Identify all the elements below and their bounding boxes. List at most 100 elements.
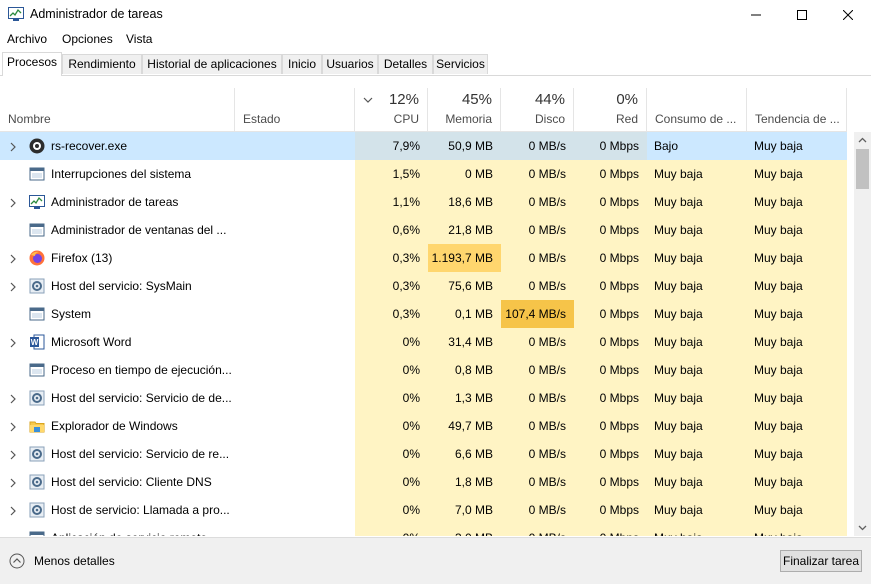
cell-mem: 18,6 MB [428,188,501,216]
table-row[interactable]: Interrupciones del sistema 1,5% 0 MB 0 MB/s… [0,160,847,188]
process-name: Firefox (13) [51,251,113,265]
header-disk[interactable]: 44% Disco [501,88,574,131]
end-task-button[interactable]: Finalizar tarea [780,550,862,572]
expand-chevron-icon[interactable] [8,393,18,404]
cell-power: Muy baja [647,244,747,272]
table-row[interactable]: Host del servicio: Cliente DNS 0% 1,8 MB 0 … [0,468,847,496]
cell-trend: Muy baja [754,139,803,153]
table-row[interactable]: System 0,3% 0,1 MB 107,4 MB/s 0 Mbps Muy baja… [0,300,847,328]
cell-net: 0 Mbps [574,468,647,496]
menu-archivo[interactable]: Archivo [7,32,47,46]
header-disk-pct: 44% [534,91,565,108]
cell-trend: Muy baja [747,356,847,384]
vertical-scrollbar[interactable] [854,132,871,536]
cell-disk: 0 MB/s [501,132,574,160]
scroll-thumb[interactable] [856,149,869,189]
scroll-down-arrow-icon[interactable] [854,519,871,536]
tab-rendimiento[interactable]: Rendimiento [62,54,142,74]
cell-mem: 1,3 MB [428,384,501,412]
header-power[interactable]: Consumo de ... [647,88,747,131]
process-name: Microsoft Word [51,335,132,349]
cell-power: Muy baja [647,160,747,188]
table-row[interactable]: Explorador de Windows 0% 49,7 MB 0 MB/s 0 Mb… [0,412,847,440]
window-title: Administrador de tareas [30,7,163,21]
table-row[interactable]: W Microsoft Word 0% 31,4 MB 0 MB/s 0 Mbps Muy … [0,328,847,356]
maximize-button[interactable] [779,0,825,30]
expand-chevron-icon[interactable] [8,337,18,348]
cell-net: 0 Mbps [574,300,647,328]
header-name[interactable]: Nombre [0,88,235,131]
table-row[interactable]: Proceso en tiempo de ejecución... 0% 0,8 M… [0,356,847,384]
cell-net: 0 Mbps [574,132,647,160]
menu-opciones[interactable]: Opciones [62,32,113,46]
cell-mem: 3,0 MB [428,524,501,536]
expand-chevron-icon[interactable] [8,141,18,152]
tab-usuarios[interactable]: Usuarios [322,54,378,74]
header-trend-label: Tendencia de ... [755,112,840,126]
menu-vista[interactable]: Vista [126,32,152,46]
cell-power: Muy baja [647,440,747,468]
cell-trend: Muy baja [747,244,847,272]
system-window-icon [29,530,45,536]
cell-mem: 1,8 MB [428,468,501,496]
expand-chevron-icon[interactable] [8,477,18,488]
system-window-icon [29,166,45,182]
expand-chevron-icon[interactable] [8,449,18,460]
header-net-pct: 0% [616,91,638,108]
tab-servicios[interactable]: Servicios [433,54,488,74]
process-name: System [51,307,92,321]
cell-disk: 0 MB/s [501,468,574,496]
gear-icon [29,446,45,462]
process-name: Administrador de ventanas del ... [51,223,227,237]
process-name: Explorador de Windows [51,419,178,433]
cell-trend: Muy baja [747,328,847,356]
minimize-button[interactable] [733,0,779,30]
header-status[interactable]: Estado [235,88,355,131]
table-row[interactable]: rs-recover.exe 7,9% 50,9 MB 0 MB/s 0 Mbps Baj… [0,132,847,160]
cell-disk: 0 MB/s [501,328,574,356]
expand-chevron-icon[interactable] [8,197,18,208]
collapse-chevron-icon[interactable] [9,553,25,569]
table-row[interactable]: Host del servicio: Servicio de re... 0% 6,… [0,440,847,468]
cell-disk: 107,4 MB/s [501,300,574,328]
cell-mem: 49,7 MB [428,412,501,440]
expand-chevron-icon[interactable] [8,281,18,292]
tab-procesos[interactable]: Procesos [2,52,62,76]
cell-disk: 0 MB/s [501,412,574,440]
expand-chevron-icon[interactable] [8,253,18,264]
header-cpu[interactable]: 12% CPU [355,88,428,131]
table-row[interactable]: Administrador de ventanas del ... 0,6% 21,… [0,216,847,244]
cell-power: Muy baja [647,524,747,536]
expand-chevron-icon[interactable] [8,421,18,432]
cell-cpu: 1,1% [355,188,428,216]
fewer-details-link[interactable]: Menos detalles [34,554,115,568]
cell-net: 0 Mbps [574,384,647,412]
scroll-up-arrow-icon[interactable] [854,132,871,149]
table-row[interactable]: Aplicación de servicio remoto0%3,0 MB0 M… [0,524,847,536]
header-memory[interactable]: 45% Memoria [428,88,501,131]
cell-cpu: 0% [355,440,428,468]
header-trend[interactable]: Tendencia de ... [747,88,847,131]
task-manager-icon [8,7,24,21]
header-cpu-pct: 12% [388,91,419,108]
cell-net: 0 Mbps [574,216,647,244]
table-row[interactable]: Host del servicio: SysMain 0,3% 75,6 MB 0 M… [0,272,847,300]
table-row[interactable]: Host del servicio: Servicio de de... 0% 1,… [0,384,847,412]
close-button[interactable] [825,0,871,30]
tab-detalles[interactable]: Detalles [378,54,433,74]
cell-trend: Muy baja [747,496,847,524]
cell-mem: 6,6 MB [428,440,501,468]
word-icon: W [29,334,45,350]
table-row[interactable]: Host de servicio: Llamada a pro... 0% 7,0 … [0,496,847,524]
folder-icon [29,418,45,434]
cell-net: 0 Mbps [574,160,647,188]
tab-inicio[interactable]: Inicio [282,54,322,74]
cell-mem: 75,6 MB [428,272,501,300]
header-network[interactable]: 0% Red [574,88,647,131]
tab-historial[interactable]: Historial de aplicaciones [142,54,282,74]
title-bar[interactable]: Administrador de tareas [0,0,871,30]
gear-icon [29,474,45,490]
table-row[interactable]: Administrador de tareas 1,1% 18,6 MB 0 MB/s… [0,188,847,216]
expand-chevron-icon[interactable] [8,505,18,516]
table-row[interactable]: Firefox (13) 0,3% 1.193,7 MB 0 MB/s 0 Mbps Mu… [0,244,847,272]
